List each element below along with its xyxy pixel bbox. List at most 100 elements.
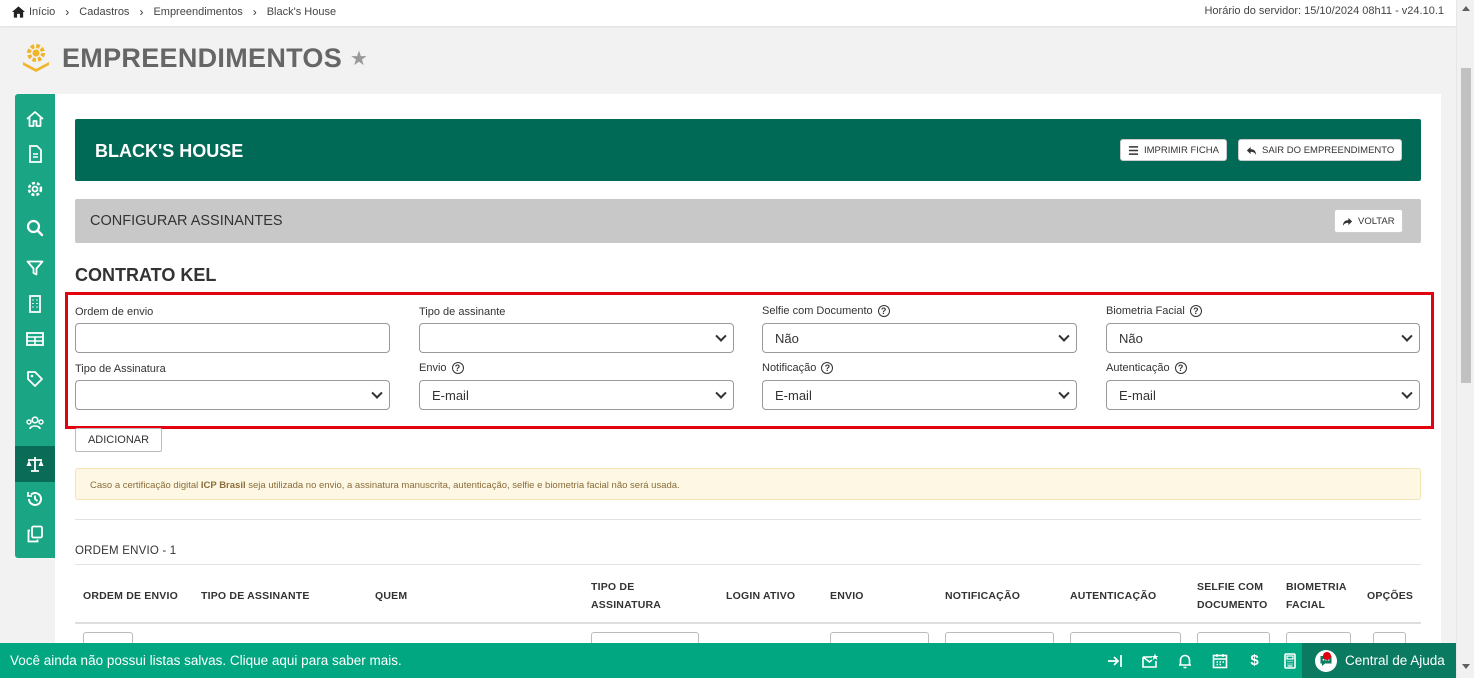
nav-settings-gear-icon[interactable]: [15, 171, 55, 207]
home-icon[interactable]: [12, 6, 25, 18]
top-bar: Início › Cadastros › Empreendimentos › B…: [0, 0, 1456, 26]
footer-bar: Você ainda não possui listas salvas. Cli…: [0, 643, 1456, 678]
nav-tag-icon[interactable]: [15, 361, 55, 397]
help-circle-icon[interactable]: ?: [1174, 362, 1187, 374]
nav-history-icon[interactable]: [15, 481, 55, 517]
notification-label: Notificação?: [762, 362, 834, 374]
project-banner: BLACK'S HOUSE IMPRIMIR FICHA SAIR DO EMP…: [75, 119, 1421, 181]
nav-contract-scale-icon[interactable]: [15, 446, 55, 482]
project-title: BLACK'S HOUSE: [95, 141, 244, 161]
delivery-select[interactable]: E-mail: [419, 380, 734, 410]
divider: [75, 519, 1421, 520]
favorite-star-icon[interactable]: ★: [350, 46, 368, 71]
scroll-up-arrow-icon[interactable]: [1462, 6, 1470, 11]
col-header-authentication: AUTENTICAÇÃO: [1070, 590, 1157, 602]
nav-search-icon[interactable]: [15, 210, 55, 246]
delivery-label: Envio?: [419, 362, 464, 374]
mail-star-icon[interactable]: [1132, 643, 1167, 678]
divider: [75, 564, 1421, 565]
back-button[interactable]: VOLTAR: [1334, 209, 1403, 233]
selfie-document-label: Selfie com Documento?: [762, 305, 890, 317]
send-order-section-label: ORDEM ENVIO - 1: [75, 545, 177, 557]
footer-toolbar: $: [1097, 643, 1307, 678]
nav-home-icon[interactable]: [15, 101, 55, 137]
dollar-icon[interactable]: $: [1237, 643, 1272, 678]
exit-project-button[interactable]: SAIR DO EMPREENDIMENTO: [1238, 139, 1403, 161]
col-header-signature-type: TIPO DE ASSINATURA: [591, 581, 662, 611]
breadcrumb-home[interactable]: Início: [29, 6, 55, 18]
add-signer-button[interactable]: ADICIONAR: [75, 428, 162, 452]
page-header: EMPREENDIMENTOS ★: [20, 42, 368, 74]
col-header-login-active: LOGIN ATIVO: [726, 590, 796, 602]
col-header-options: OPÇÕES: [1367, 590, 1414, 602]
logout-arrow-icon[interactable]: [1097, 643, 1132, 678]
signer-type-label: Tipo de assinante: [419, 306, 506, 318]
send-order-label: Ordem de envio: [75, 306, 154, 318]
breadcrumb-cadastros[interactable]: Cadastros: [79, 6, 129, 18]
chevron-down-icon: [1058, 387, 1070, 399]
col-header-selfie-document: SELFIE COM DOCUMENTO: [1197, 581, 1268, 611]
signature-type-label: Tipo de Assinatura: [75, 363, 166, 375]
nav-users-icon[interactable]: [15, 405, 55, 441]
icp-brasil-warning: Caso a certificação digital ICP Brasil s…: [75, 468, 1421, 500]
chat-icon: [1315, 649, 1337, 672]
facial-biometry-select[interactable]: Não: [1106, 323, 1420, 353]
page-title: EMPREENDIMENTOS: [62, 42, 343, 73]
selfie-document-select[interactable]: Não: [762, 323, 1077, 353]
col-header-notification: NOTIFICAÇÃO: [945, 590, 1021, 602]
authentication-label: Autenticação?: [1106, 362, 1187, 374]
col-header-signer-type: TIPO DE ASSINANTE: [201, 590, 310, 602]
notification-select[interactable]: E-mail: [762, 380, 1077, 410]
help-circle-icon[interactable]: ?: [821, 362, 834, 374]
nav-filter-icon[interactable]: [15, 250, 55, 286]
signature-type-select[interactable]: [75, 380, 390, 410]
breadcrumb-empreendimentos[interactable]: Empreendimentos: [153, 6, 242, 18]
exit-project-label: SAIR DO EMPREENDIMENTO: [1262, 144, 1395, 156]
print-sheet-button[interactable]: IMPRIMIR FICHA: [1120, 139, 1227, 161]
bell-icon[interactable]: [1167, 643, 1202, 678]
help-circle-icon[interactable]: ?: [1189, 305, 1202, 317]
contract-title: CONTRATO KEL: [75, 265, 217, 285]
side-nav: [15, 94, 55, 558]
col-header-send-order: ORDEM DE ENVIO: [83, 590, 178, 602]
chevron-down-icon: [1401, 387, 1413, 399]
server-time: Horário do servidor: 15/10/2024 08h11 - …: [1204, 5, 1444, 17]
building-gear-icon: [23, 44, 49, 72]
help-circle-icon[interactable]: ?: [877, 305, 890, 317]
chevron-right-icon: ›: [139, 5, 144, 19]
send-order-input[interactable]: [75, 323, 390, 353]
scroll-down-arrow-icon[interactable]: [1462, 664, 1470, 669]
nav-table-icon[interactable]: [15, 321, 55, 357]
chevron-down-icon: [715, 387, 727, 399]
page-scrollbar[interactable]: [1456, 0, 1474, 678]
col-header-facial-biometry: BIOMETRIA FACIAL: [1286, 581, 1347, 611]
authentication-select[interactable]: E-mail: [1106, 380, 1420, 410]
configure-signers-title: CONFIGURAR ASSINANTES: [90, 213, 283, 229]
calendar-icon[interactable]: [1202, 643, 1237, 678]
help-circle-icon[interactable]: ?: [451, 362, 464, 374]
help-center-button[interactable]: Central de Ajuda: [1302, 643, 1456, 678]
facial-biometry-label: Biometria Facial?: [1106, 305, 1202, 317]
notification-dot: [1323, 651, 1331, 660]
breadcrumb: Início › Cadastros › Empreendimentos › B…: [12, 5, 336, 19]
saved-lists-message[interactable]: Você ainda não possui listas salvas. Cli…: [10, 653, 402, 668]
forward-arrow-icon: [1342, 217, 1353, 226]
help-center-label: Central de Ajuda: [1345, 653, 1445, 668]
signer-type-select[interactable]: [419, 323, 734, 353]
chevron-right-icon: ›: [252, 5, 257, 19]
back-label: VOLTAR: [1358, 215, 1395, 227]
nav-document-icon[interactable]: [15, 136, 55, 172]
breadcrumb-current: Black's House: [266, 6, 337, 18]
chevron-down-icon: [1401, 330, 1413, 342]
table-header-divider: [75, 622, 1421, 624]
nav-building-icon[interactable]: [15, 286, 55, 322]
col-header-who: QUEM: [375, 590, 408, 602]
chevron-down-icon: [1058, 330, 1070, 342]
configure-signers-bar: CONFIGURAR ASSINANTES VOLTAR: [75, 199, 1421, 243]
chevron-down-icon: [715, 330, 727, 342]
reply-arrow-icon: [1246, 146, 1257, 155]
nav-copy-icon[interactable]: [15, 516, 55, 552]
print-sheet-label: IMPRIMIR FICHA: [1144, 144, 1219, 156]
scrollbar-thumb[interactable]: [1461, 68, 1471, 383]
col-header-delivery: ENVIO: [830, 590, 864, 602]
